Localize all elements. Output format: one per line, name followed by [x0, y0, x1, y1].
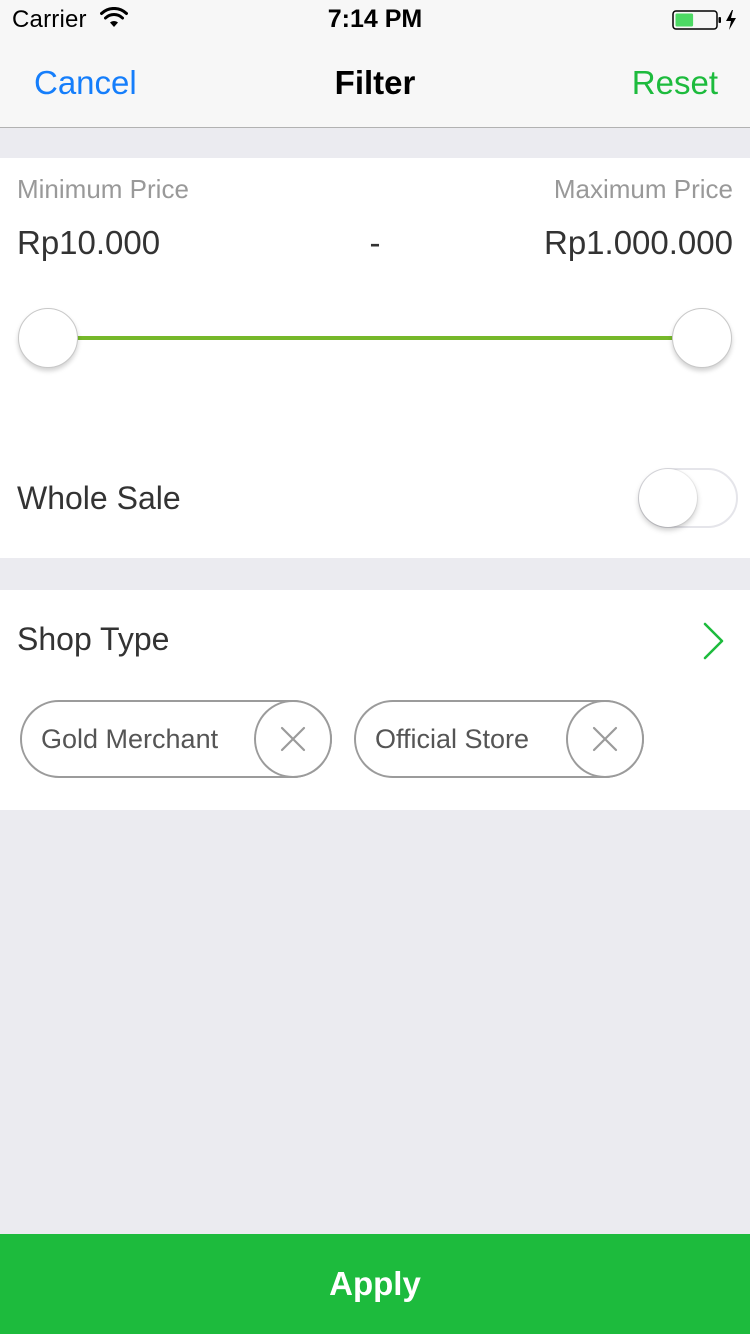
wholesale-label: Whole Sale [17, 480, 181, 516]
price-slider-min-handle[interactable] [18, 308, 78, 368]
maximum-price-label: Maximum Price [553, 174, 733, 204]
battery-charging-icon [672, 10, 736, 30]
reset-button[interactable]: Reset [632, 64, 718, 102]
shop-type-chip-gold-merchant: Gold Merchant [20, 700, 332, 778]
remove-official-store-button[interactable] [566, 700, 644, 778]
battery-level-fill [675, 13, 694, 27]
navigation-bar: Carrier 7:14 PM Cancel Filter Reset [0, 0, 750, 128]
chip-label: Gold Merchant [41, 724, 219, 754]
shop-type-label: Shop Type [17, 621, 170, 657]
shop-type-section: Shop Type Gold Merchant Official Store [0, 590, 750, 810]
minimum-price-label: Minimum Price [17, 174, 189, 204]
apply-button[interactable]: Apply [0, 1234, 750, 1334]
chip-label: Official Store [375, 724, 530, 754]
remove-gold-merchant-button[interactable] [254, 700, 332, 778]
price-range-slider-track[interactable] [48, 336, 702, 340]
close-icon [592, 726, 618, 752]
wholesale-toggle[interactable] [638, 468, 738, 528]
shop-type-chip-official-store: Official Store [354, 700, 644, 778]
chevron-right-icon [703, 622, 724, 660]
status-time: 7:14 PM [327, 5, 423, 33]
toggle-knob [639, 469, 697, 527]
price-section: Minimum Price Maximum Price Rp10.000 - R… [0, 158, 750, 558]
maximum-price-value: Rp1.000.000 [544, 224, 733, 261]
price-slider-max-handle[interactable] [672, 308, 732, 368]
shop-type-row[interactable]: Shop Type [0, 590, 750, 690]
close-icon [280, 726, 306, 752]
